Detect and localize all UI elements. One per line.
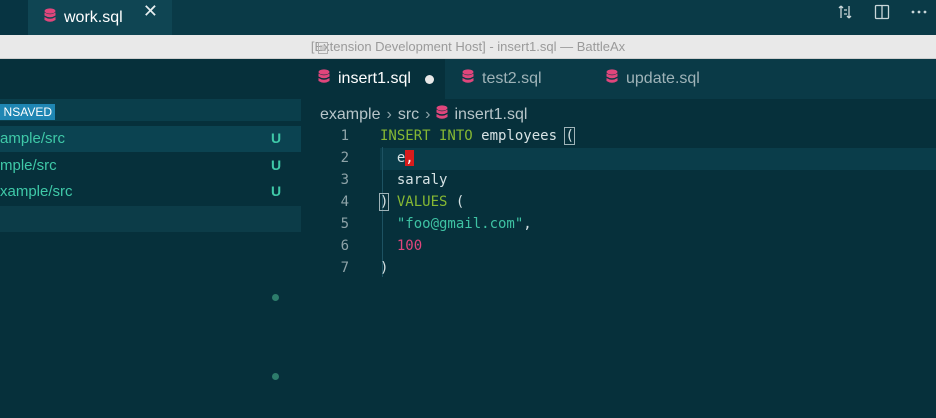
- line-number: 5: [340, 216, 349, 232]
- database-icon: [318, 69, 330, 89]
- database-icon: [606, 69, 618, 89]
- code-line[interactable]: 7): [301, 257, 936, 279]
- unsaved-badge: NSAVED: [0, 104, 55, 120]
- chevron-right-icon: ›: [425, 106, 431, 123]
- tab-insert1-sql[interactable]: insert1.sql: [301, 59, 445, 99]
- more-actions-icon[interactable]: [910, 9, 928, 15]
- code-line[interactable]: 3 saraly: [301, 169, 936, 191]
- breadcrumb-item-example[interactable]: example: [320, 106, 380, 124]
- outer-tab-work-sql[interactable]: work.sql ✕: [28, 0, 172, 35]
- sidebar-empty-row[interactable]: [0, 206, 301, 232]
- chevron-right-icon: ›: [386, 106, 392, 123]
- outer-tab-label: work.sql: [64, 8, 123, 26]
- sidebar-item[interactable]: xample/src U: [0, 179, 301, 205]
- line-number: 3: [340, 172, 349, 188]
- sidebar-item[interactable]: mple/src U: [0, 153, 301, 179]
- code-line[interactable]: 1 INSERT INTO employees (: [301, 125, 936, 147]
- sidebar-item-path: mple/src: [0, 157, 57, 174]
- compare-changes-icon[interactable]: [838, 4, 854, 20]
- git-status-badge: U: [271, 183, 282, 199]
- code-token: ,: [523, 216, 532, 232]
- window-title-bar: [Extension Development Host] - insert1.s…: [0, 35, 936, 59]
- sidebar: NSAVED ample/src U mple/src U xample/src…: [0, 59, 301, 418]
- code-text: ) VALUES (: [378, 191, 465, 213]
- code-token: "foo@gmail.com": [380, 216, 524, 232]
- tab-label: test2.sql: [482, 70, 542, 87]
- code-line[interactable]: 6 100: [301, 235, 936, 257]
- code-text: "foo@gmail.com",: [380, 213, 532, 235]
- code-token: (: [564, 127, 575, 145]
- document-icon: [318, 41, 328, 59]
- code-token: 100: [380, 238, 423, 254]
- code-text: 100: [380, 235, 422, 257]
- window-title: [Extension Development Host] - insert1.s…: [310, 39, 626, 54]
- code-text: e,: [380, 147, 414, 169]
- breadcrumb-item-src[interactable]: src: [398, 106, 419, 124]
- tab-test2-sql[interactable]: test2.sql: [445, 59, 589, 99]
- git-status-badge: U: [271, 157, 282, 173]
- line-number: 6: [340, 238, 349, 254]
- code-line[interactable]: 2 e,: [301, 147, 936, 169]
- editor-actions: [838, 0, 928, 24]
- breadcrumb: example › src › insert1.sql: [320, 105, 527, 125]
- tab-update-sql[interactable]: update.sql: [589, 59, 737, 99]
- sidebar-item[interactable]: ample/src U: [0, 126, 301, 152]
- status-dot-icon: [272, 373, 279, 380]
- code-token: e: [380, 150, 406, 166]
- code-text: saraly: [380, 169, 448, 191]
- database-icon: [436, 105, 448, 125]
- line-number: 7: [340, 260, 349, 276]
- code-line[interactable]: 4 ) VALUES (: [301, 191, 936, 213]
- code-token: ,: [405, 150, 414, 166]
- editor-tab-bar: insert1.sql test2.sql update.sql: [301, 59, 936, 99]
- git-status-badge: U: [271, 130, 282, 146]
- code-token: employees: [472, 128, 566, 144]
- sidebar-item-path: ample/src: [0, 130, 66, 147]
- code-token: ): [380, 260, 389, 276]
- sidebar-item-path: xample/src: [0, 183, 73, 200]
- outer-tab-gutter: [0, 0, 28, 35]
- code-line[interactable]: 5 "foo@gmail.com",: [301, 213, 936, 235]
- database-icon: [462, 69, 474, 89]
- code-text: INSERT INTO employees (: [380, 125, 575, 147]
- breadcrumb-item-file[interactable]: insert1.sql: [454, 106, 527, 124]
- split-editor-icon[interactable]: [874, 4, 890, 20]
- code-token: saraly: [380, 172, 448, 188]
- unsaved-dot-icon[interactable]: [424, 74, 434, 84]
- line-number: 4: [340, 194, 349, 210]
- line-number: 1: [340, 128, 349, 144]
- code-token: VALUES: [388, 194, 448, 210]
- tab-label: insert1.sql: [338, 70, 411, 87]
- status-dot-icon: [272, 294, 279, 301]
- code-token: (: [447, 194, 465, 210]
- code-token: INSERT INTO: [380, 128, 473, 144]
- code-text: ): [380, 257, 388, 279]
- outer-window-tab-bar: work.sql ✕: [0, 0, 936, 35]
- close-icon[interactable]: ✕: [143, 0, 158, 22]
- line-number: 2: [340, 150, 349, 166]
- database-icon: [44, 7, 56, 28]
- tab-label: update.sql: [626, 70, 700, 87]
- code-editor[interactable]: example › src › insert1.sql 1 INSERT INTO…: [301, 99, 936, 418]
